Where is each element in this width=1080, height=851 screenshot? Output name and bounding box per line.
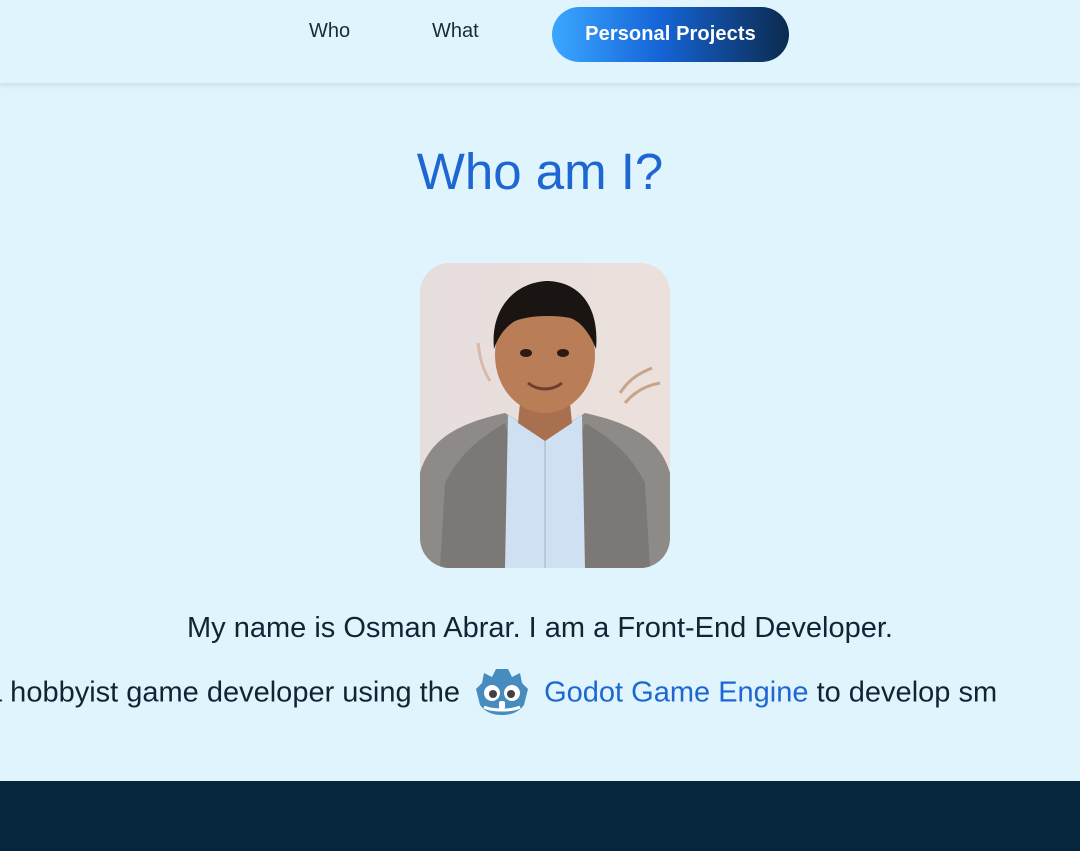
godot-engine-link[interactable]: Godot Game Engine [544,677,808,709]
hobby-suffix: to develop sm [816,676,998,709]
personal-projects-button[interactable]: Personal Projects [552,7,789,62]
avatar [420,263,670,568]
top-navigation: Who What Personal Projects [0,0,1080,84]
person-photo-icon [420,263,670,568]
hobby-line: a hobbyist game developer using the Godo… [0,668,997,720]
hobby-prefix: a hobbyist game developer using the [0,676,460,709]
godot-logo-icon [476,669,529,715]
nav-link-what[interactable]: What [432,20,479,43]
nav-link-who[interactable]: Who [309,20,350,43]
intro-text: My name is Osman Abrar. I am a Front-End… [187,612,893,644]
page-title: Who am I? [416,143,664,200]
footer [0,781,1080,851]
